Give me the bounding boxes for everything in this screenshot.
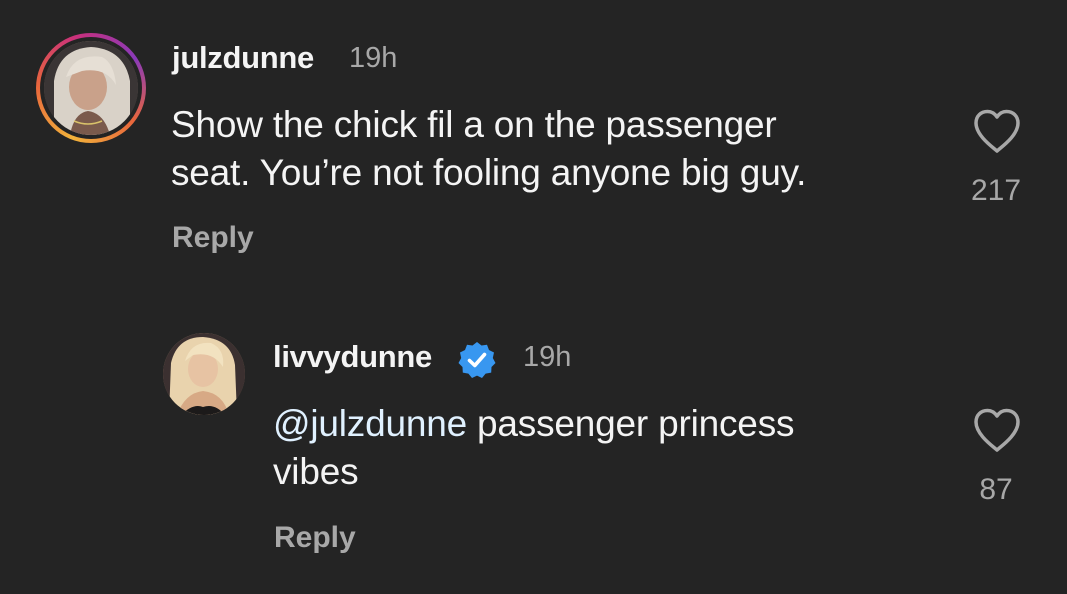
comment-username[interactable]: julzdunne (172, 40, 314, 76)
reply-text: @julzdunne passenger princess vibes (273, 400, 794, 496)
verified-badge-icon (458, 342, 496, 378)
like-count[interactable]: 87 (956, 473, 1036, 507)
heart-outline-icon[interactable] (972, 407, 1022, 453)
comment-text-line: seat. You’re not fooling anyone big guy. (171, 152, 807, 193)
mention-link[interactable]: @julzdunne (273, 403, 467, 444)
avatar-livvydunne[interactable] (163, 333, 245, 415)
reply-button[interactable]: Reply (172, 221, 254, 255)
profile-photo-icon (163, 333, 245, 415)
heart-outline-icon[interactable] (972, 108, 1022, 154)
comment-text-line: Show the chick fil a on the passenger (171, 104, 777, 145)
reply-text-line: vibes (273, 451, 359, 492)
profile-photo-icon (44, 41, 138, 135)
comments-thread: julzdunne 19h Show the chick fil a on th… (0, 0, 1067, 594)
reply-button[interactable]: Reply (274, 521, 356, 555)
comment-text: Show the chick fil a on the passenger se… (171, 101, 806, 197)
reply-username[interactable]: livvydunne (273, 339, 432, 375)
like-count[interactable]: 217 (956, 174, 1036, 208)
comment-timestamp: 19h (349, 42, 398, 74)
avatar-julzdunne[interactable] (44, 41, 138, 135)
reply-timestamp: 19h (523, 341, 572, 373)
reply-text-segment: passenger princess (466, 403, 795, 444)
